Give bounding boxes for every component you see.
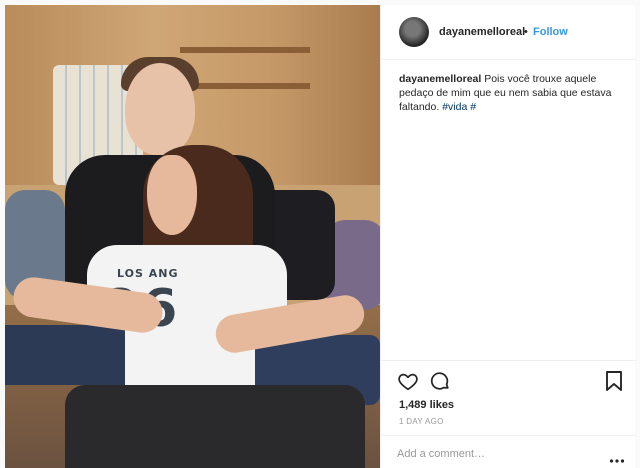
- hashtag-link[interactable]: #vida: [442, 101, 467, 113]
- avatar[interactable]: [399, 17, 429, 47]
- photo-shelf: [180, 83, 310, 89]
- more-options-icon[interactable]: [609, 451, 625, 463]
- post-username-link[interactable]: dayanemelloreal: [439, 26, 525, 38]
- photo-legs: [65, 385, 365, 468]
- post-details-panel: dayanemelloreal • Follow dayanemelloreal…: [380, 5, 636, 468]
- follow-button[interactable]: Follow: [533, 26, 568, 38]
- post-header: dayanemelloreal • Follow: [381, 5, 636, 60]
- post-timestamp[interactable]: 1 DAY AGO: [399, 417, 444, 426]
- bookmark-icon[interactable]: [605, 370, 623, 392]
- comment-icon[interactable]: [429, 370, 451, 392]
- comment-input[interactable]: [397, 446, 587, 462]
- post-actions: 1,489 likes 1 DAY AGO: [381, 360, 636, 468]
- caption-username-link[interactable]: dayanemelloreal: [399, 73, 481, 85]
- photo-jeans: [5, 325, 125, 385]
- hashtag-link[interactable]: #: [467, 101, 476, 113]
- likes-count[interactable]: 1,489 likes: [399, 399, 454, 411]
- heart-icon[interactable]: [397, 370, 419, 392]
- photo-woman-face: [147, 155, 197, 235]
- post-caption: dayanemelloreal Pois você trouxe aquele …: [399, 72, 624, 114]
- photo-man-head: [125, 63, 195, 155]
- comment-box: [381, 435, 636, 468]
- instagram-post-window: LOS ANG 26 dayanemelloreal • Follow daya…: [0, 0, 640, 468]
- separator-dot: •: [524, 26, 528, 38]
- photo-shelf: [180, 47, 310, 53]
- post-photo[interactable]: LOS ANG 26: [5, 5, 380, 468]
